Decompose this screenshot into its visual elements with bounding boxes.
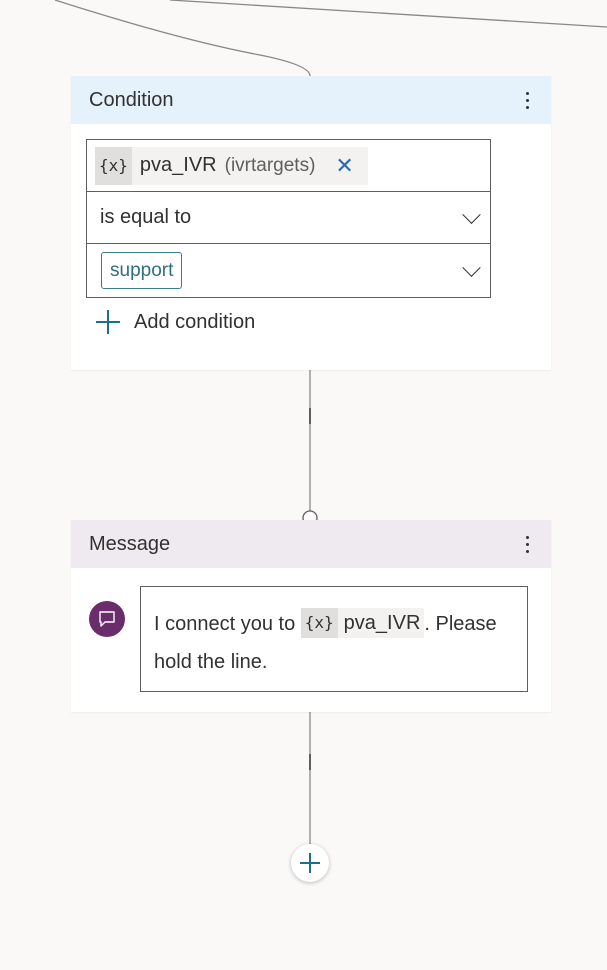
message-variable-name: pva_IVR [343,611,421,634]
message-more-options-icon[interactable] [515,528,539,560]
condition-value-tag[interactable]: support [101,252,183,289]
variable-name: pva_IVR [139,154,217,176]
condition-value-dropdown[interactable]: support [87,244,490,297]
add-condition-label: Add condition [134,310,256,333]
add-node-button[interactable] [291,844,329,882]
condition-node-header: Condition [71,76,551,124]
plus-icon [96,310,120,334]
condition-editor: {x} pva_IVR (ivrtargets) ✕ is equal to s… [86,139,491,298]
message-text-editor[interactable]: I connect you to {x} pva_IVR. Please hold… [140,586,528,692]
variable-type: (ivrtargets) [224,154,316,176]
message-node-header: Message [71,520,551,568]
condition-node[interactable]: Condition {x} pva_IVR (ivrtargets) ✕ is … [71,76,551,370]
variable-badge-icon: {x} [300,607,338,638]
variable-chip[interactable]: {x} pva_IVR (ivrtargets) ✕ [95,146,368,185]
close-icon[interactable]: ✕ [335,154,353,177]
condition-operator: is equal to [100,206,192,228]
chevron-down-icon[interactable] [462,258,481,277]
message-node[interactable]: Message I connect you to {x} pva_IVR. Ple… [71,520,551,712]
message-variable-chip[interactable]: {x} pva_IVR [300,607,425,638]
add-condition-button[interactable]: Add condition [96,310,255,334]
condition-operator-dropdown[interactable]: is equal to [87,192,490,244]
chat-bubble-icon [89,601,125,637]
message-text-before: I connect you to [154,613,301,635]
condition-more-options-icon[interactable] [515,84,539,116]
variable-badge-icon: {x} [95,146,132,185]
condition-node-title: Condition [89,88,174,111]
condition-variable-row[interactable]: {x} pva_IVR (ivrtargets) ✕ [87,140,490,192]
message-node-title: Message [89,532,171,555]
chevron-down-icon[interactable] [462,205,481,224]
